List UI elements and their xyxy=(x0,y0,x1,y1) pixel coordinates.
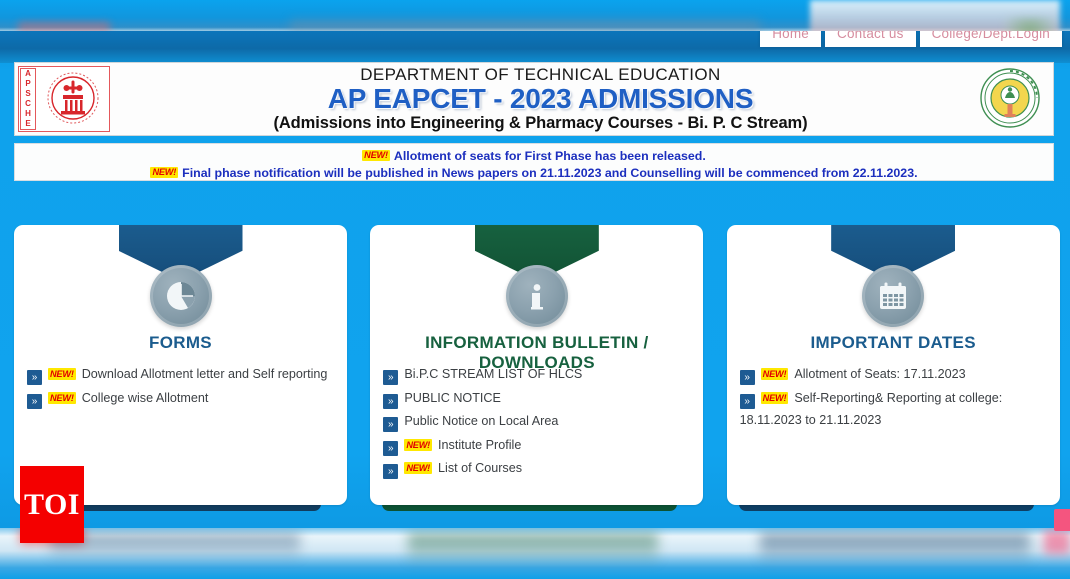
nav-college-dept-login-label: College/Dept.Login xyxy=(931,31,1050,41)
card-forms-list: » NEW! Download Allotment letter and Self … xyxy=(27,363,335,410)
card-important-dates-list: » NEW! Allotment of Seats: 17.11.2023 » NEW… xyxy=(739,363,1048,433)
reflection-pink-blur xyxy=(1044,530,1070,554)
reflection-card3-blur xyxy=(760,534,1030,564)
ticker-line-1-text: Allotment of seats for First Phase has b… xyxy=(393,149,706,163)
chevron-right-icon: » xyxy=(383,440,399,456)
page-subtitle: (Admissions into Engineering & Pharmacy … xyxy=(273,113,808,132)
nav-home[interactable]: Home xyxy=(760,31,822,47)
site-header: A P S C H E DEPARTMENT OF TECHNICAL EDUC… xyxy=(14,62,1054,136)
chevron-right-icon: » xyxy=(27,370,42,385)
list-item[interactable]: » PUBLIC NOTICE xyxy=(383,387,691,410)
chevron-right-icon: » xyxy=(739,370,755,385)
list-item[interactable]: » NEW! Download Allotment letter and Self … xyxy=(27,363,335,386)
card-forms-body: FORMS » NEW! Download Allotment letter and… xyxy=(14,225,347,505)
apsche-logo: A P S C H E xyxy=(18,66,110,132)
calendar-icon xyxy=(862,265,925,327)
apsche-letters: A P S C H E xyxy=(20,68,36,130)
list-item-label: List of Courses xyxy=(438,461,523,475)
chevron-right-icon: » xyxy=(383,393,399,409)
apsche-letter-h: H xyxy=(25,109,31,118)
department-line: DEPARTMENT OF TECHNICAL EDUCATION xyxy=(360,64,721,84)
news-ticker: NEW! Allotment of seats for First Phase h… xyxy=(14,143,1054,181)
list-item-label: Allotment of Seats: 17.11.2023 xyxy=(794,367,966,381)
new-badge-icon: NEW! xyxy=(760,391,789,404)
reflection-card2-blur xyxy=(408,534,658,564)
apsche-letter-s: S xyxy=(25,89,31,98)
header-titles: DEPARTMENT OF TECHNICAL EDUCATION AP EAP… xyxy=(110,66,971,132)
apsche-letter-a: A xyxy=(25,69,31,78)
new-badge-icon: NEW! xyxy=(150,167,179,178)
info-icon xyxy=(505,265,568,327)
list-item[interactable]: » NEW! List of Courses xyxy=(383,457,691,480)
page-body: Home Contact us College/Dept.Login A P S… xyxy=(0,31,1070,528)
apsche-letter-c: C xyxy=(25,99,31,108)
card-forms: FORMS » NEW! Download Allotment letter and… xyxy=(14,195,347,511)
navigation-bar: Home Contact us College/Dept.Login xyxy=(0,31,1070,63)
card-important-dates-title: IMPORTANT DATES xyxy=(810,333,976,352)
chevron-right-icon: » xyxy=(383,464,399,479)
card-information-bulletin: INFORMATION BULLETIN / DOWNLOADS » Bi.P.C… xyxy=(370,195,704,511)
ticker-line-2[interactable]: NEW! Final phase notification will be pub… xyxy=(15,165,1053,182)
new-badge-icon: NEW! xyxy=(404,438,433,451)
list-item-label: Bi.P.C STREAM LIST OF HLCS xyxy=(404,367,583,381)
chevron-right-icon: » xyxy=(27,393,42,409)
card-forms-title: FORMS xyxy=(149,333,212,352)
new-badge-icon: NEW! xyxy=(362,150,390,161)
list-item-label: Public Notice on Local Area xyxy=(404,414,559,428)
pie-chart-icon xyxy=(149,265,212,327)
chevron-right-icon: » xyxy=(739,393,755,409)
toi-watermark: TOI xyxy=(20,466,84,543)
new-badge-icon: NEW! xyxy=(404,462,433,474)
list-item[interactable]: » NEW! Self-Reporting& Reporting at colleg… xyxy=(739,387,1048,432)
ticker-line-1[interactable]: NEW! Allotment of seats for First Phase h… xyxy=(15,148,1053,165)
list-item[interactable]: » Bi.P.C STREAM LIST OF HLCS xyxy=(383,363,691,386)
nav-home-label: Home xyxy=(772,31,810,41)
list-item-label: Institute Profile xyxy=(438,437,522,452)
bottom-blurred-reflection xyxy=(0,528,1070,579)
nav-college-dept-login[interactable]: College/Dept.Login xyxy=(919,31,1062,47)
new-badge-icon: NEW! xyxy=(760,368,789,380)
apsche-emblem-icon xyxy=(36,68,109,130)
list-item[interactable]: » NEW! Allotment of Seats: 17.11.2023 xyxy=(739,363,1048,386)
chevron-right-icon: » xyxy=(383,370,399,385)
ticker-line-2-text: Final phase notification will be publish… xyxy=(182,166,918,180)
list-item-label: Download Allotment letter and Self repor… xyxy=(81,367,328,381)
list-item[interactable]: » NEW! Institute Profile xyxy=(383,434,691,457)
card-grid: FORMS » NEW! Download Allotment letter and… xyxy=(14,195,1060,511)
apsche-letter-e: E xyxy=(25,119,31,128)
card-information-bulletin-body: INFORMATION BULLETIN / DOWNLOADS » Bi.P.C… xyxy=(370,225,704,505)
list-item[interactable]: » NEW! College wise Allotment xyxy=(27,387,335,410)
nav-contact-us[interactable]: Contact us xyxy=(825,31,916,47)
list-item[interactable]: » Public Notice on Local Area xyxy=(383,410,691,433)
page-title: AP EAPCET - 2023 ADMISSIONS xyxy=(327,82,754,114)
reflection-card1-blur xyxy=(50,534,300,560)
andhra-pradesh-government-emblem-icon xyxy=(971,65,1049,133)
nav-tab-list: Home Contact us College/Dept.Login xyxy=(760,31,1062,47)
new-badge-icon: NEW! xyxy=(48,391,76,404)
chevron-right-icon: » xyxy=(383,417,399,432)
card-important-dates-body: IMPORTANT DATES » NEW! Allotment of Seats:… xyxy=(726,225,1060,505)
list-item-label: College wise Allotment xyxy=(81,390,209,405)
nav-contact-us-label: Contact us xyxy=(837,31,904,41)
new-badge-icon: NEW! xyxy=(48,368,76,380)
card-important-dates: IMPORTANT DATES » NEW! Allotment of Seats:… xyxy=(726,195,1060,511)
list-item-label: PUBLIC NOTICE xyxy=(404,390,501,405)
toi-watermark-label: TOI xyxy=(24,487,80,521)
apsche-letter-p: P xyxy=(25,79,31,88)
card-information-bulletin-list: » Bi.P.C STREAM LIST OF HLCS » PUBLIC NOTI… xyxy=(383,363,691,481)
pink-edge-element xyxy=(1054,509,1070,531)
